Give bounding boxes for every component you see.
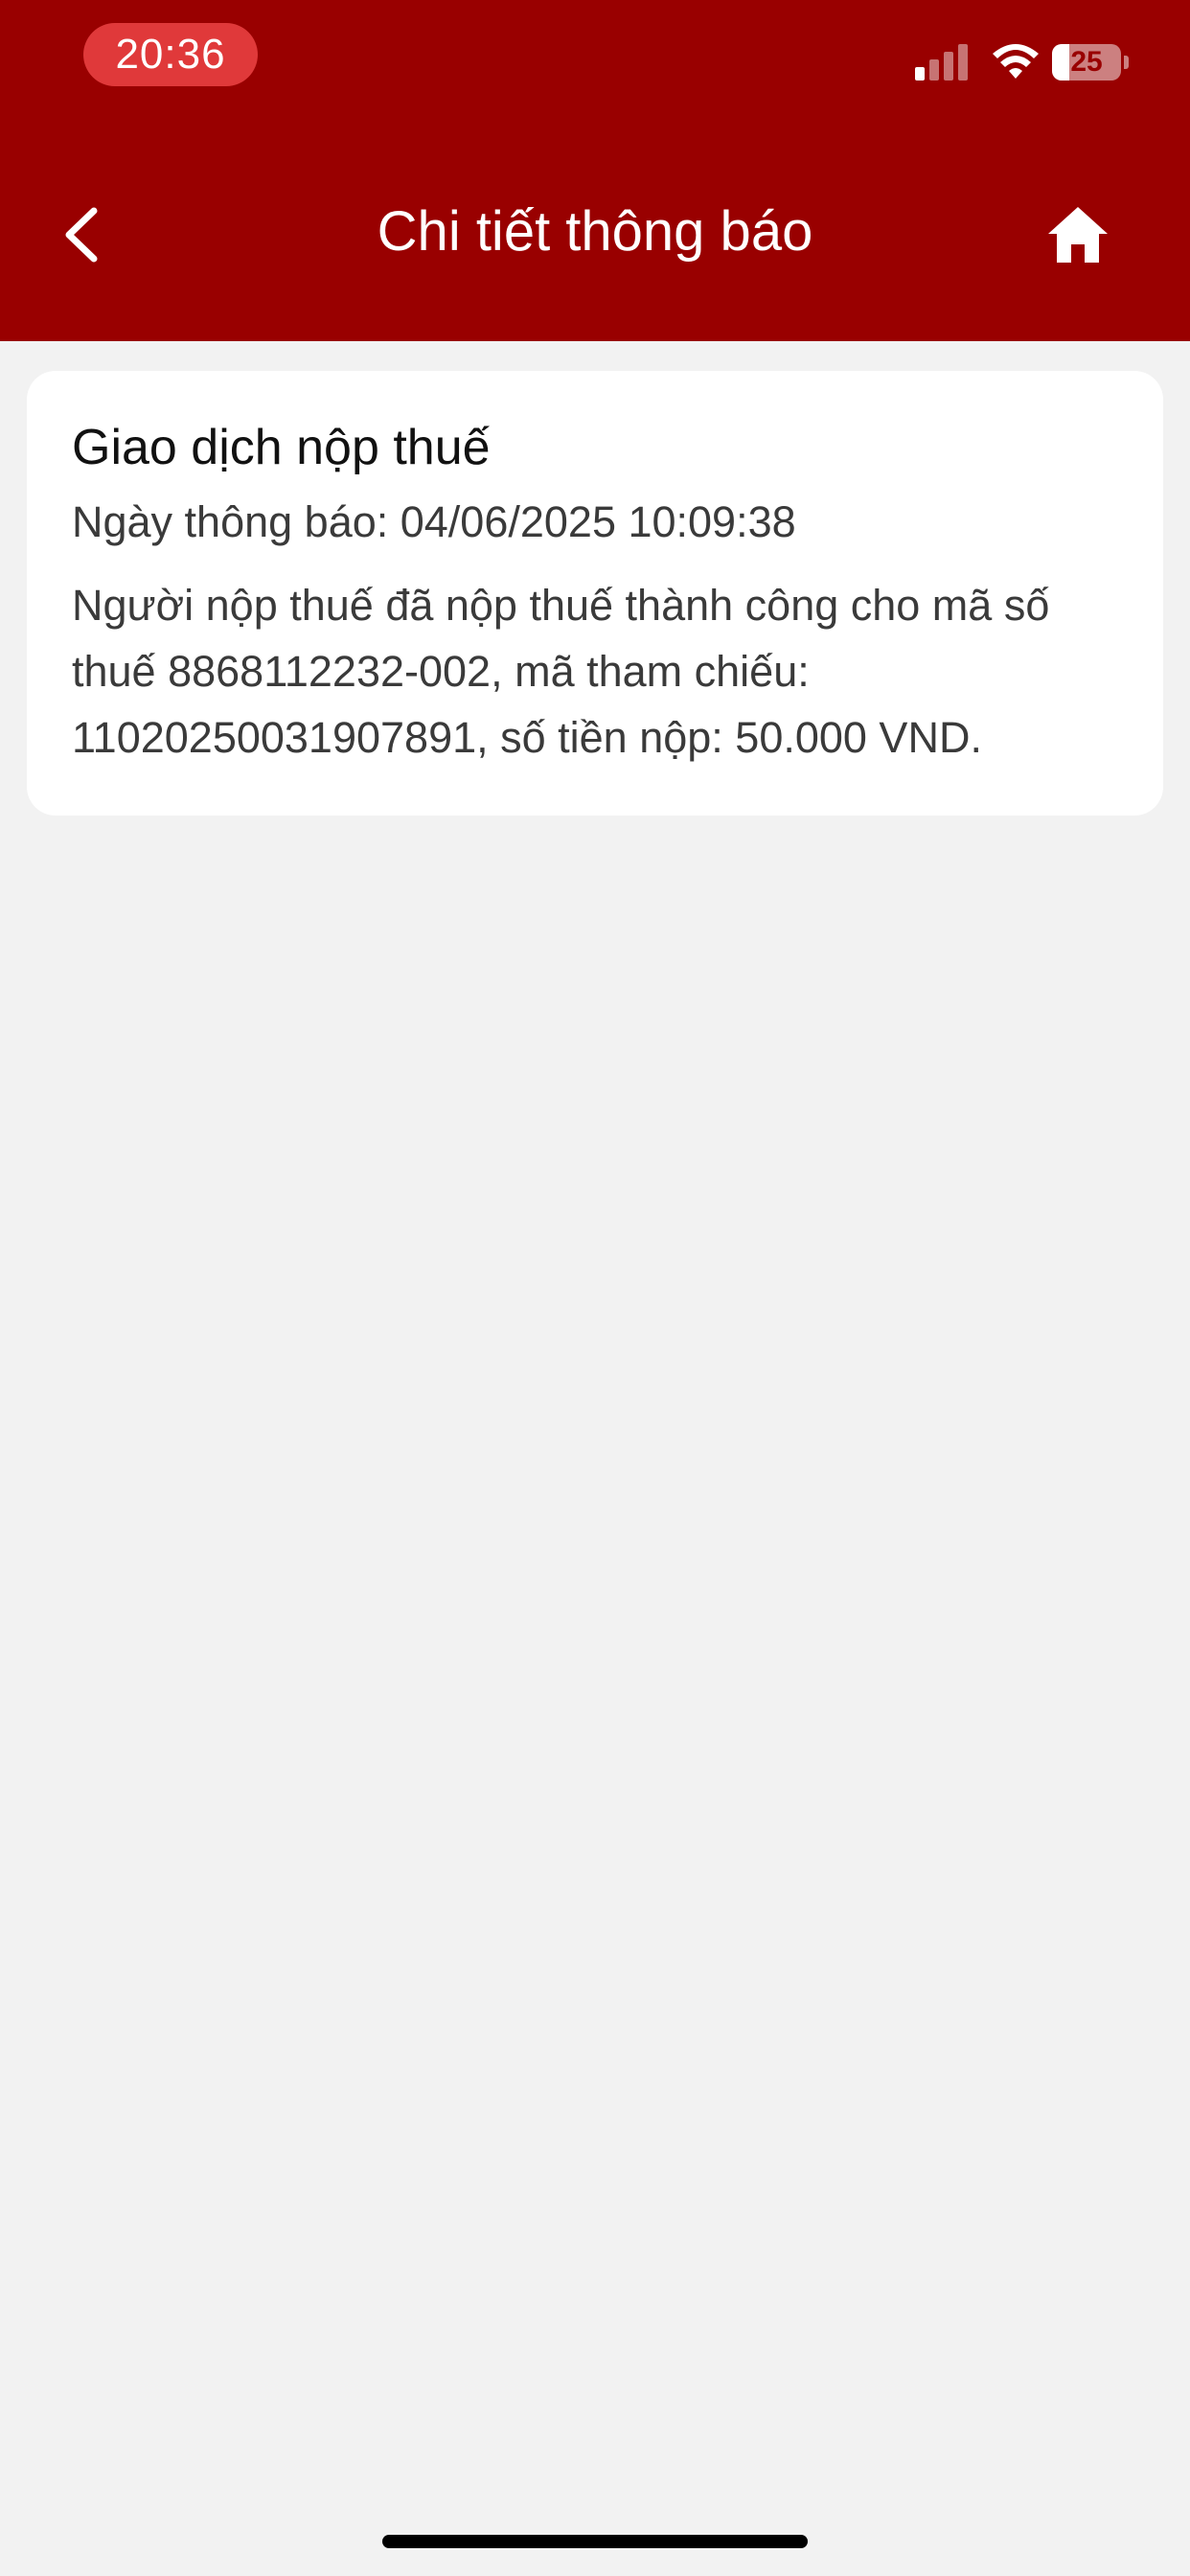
- notification-body: Người nộp thuế đã nộp thuế thành công ch…: [72, 581, 1050, 762]
- signal-bar: [958, 44, 968, 80]
- cellular-signal-icon: [915, 42, 969, 80]
- wifi-icon: [993, 44, 1039, 79]
- home-button[interactable]: [1044, 201, 1111, 268]
- home-indicator[interactable]: [382, 2535, 808, 2548]
- battery-percent: 25: [1070, 46, 1103, 78]
- signal-bar: [944, 52, 953, 80]
- notification-title: Giao dịch nộp thuế: [72, 420, 491, 475]
- home-icon: [1048, 207, 1108, 263]
- back-button[interactable]: [48, 192, 115, 278]
- notification-card: Giao dịch nộp thuế Ngày thông báo: 04/06…: [27, 371, 1163, 816]
- status-icons: 25: [915, 42, 1135, 86]
- status-time: 20:36: [83, 23, 258, 86]
- app-header: 20:36 25 Chi tiết thông báo: [0, 0, 1190, 341]
- notification-date: Ngày thông báo: 04/06/2025 10:09:38: [72, 497, 796, 546]
- battery-cap: [1124, 56, 1129, 69]
- signal-bar: [915, 67, 925, 80]
- chevron-left-icon: [65, 207, 98, 263]
- battery-icon: 25: [1052, 44, 1121, 80]
- signal-bar: [929, 59, 939, 80]
- page-title: Chi tiết thông báo: [377, 200, 813, 263]
